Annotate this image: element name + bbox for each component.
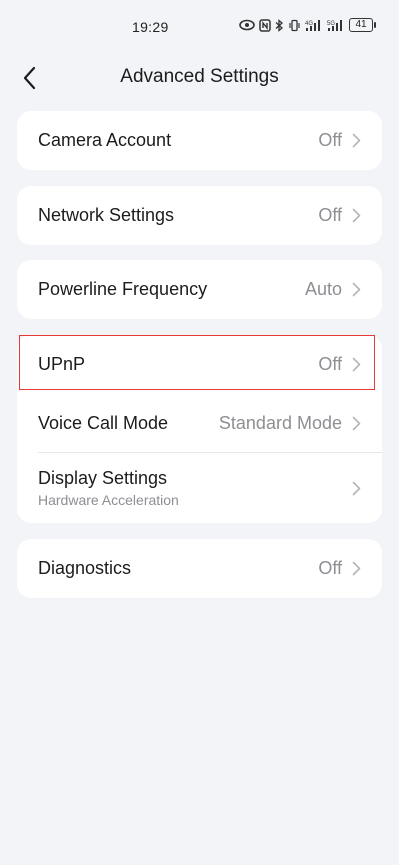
- row-label: Camera Account: [38, 130, 172, 150]
- row-value: Off: [318, 130, 342, 150]
- chevron-right-icon: [350, 561, 362, 577]
- signal-5g-icon: 5G: [327, 19, 345, 32]
- status-bar: 19:29 4G 5G 41: [0, 0, 399, 54]
- row-value: Auto: [304, 279, 342, 299]
- status-time: 19:29: [132, 19, 169, 35]
- card-media-settings: UPnP Off Voice Call Mode Standard Mode D…: [17, 335, 382, 523]
- card-powerline-frequency: Powerline Frequency Auto: [17, 260, 382, 319]
- chevron-right-icon: [350, 133, 362, 149]
- card-diagnostics: Diagnostics Off: [17, 539, 382, 598]
- chevron-right-icon: [350, 480, 362, 496]
- row-upnp[interactable]: UPnP Off: [17, 335, 382, 394]
- row-value: Standard Mode: [218, 413, 342, 433]
- row-label: Network Settings: [38, 205, 175, 225]
- row-value: Off: [318, 205, 342, 225]
- signal-4g-icon: 4G: [305, 19, 323, 32]
- chevron-right-icon: [350, 416, 362, 432]
- chevron-right-icon: [350, 282, 362, 298]
- row-powerline-frequency[interactable]: Powerline Frequency Auto: [17, 260, 382, 319]
- row-diagnostics[interactable]: Diagnostics Off: [17, 539, 382, 598]
- nfc-icon: [259, 18, 271, 32]
- row-value: Off: [318, 354, 342, 374]
- row-label: Diagnostics: [38, 558, 132, 578]
- row-network-settings[interactable]: Network Settings Off: [17, 186, 382, 245]
- chevron-right-icon: [350, 208, 362, 224]
- bluetooth-icon: [275, 18, 284, 32]
- row-voice-call-mode[interactable]: Voice Call Mode Standard Mode: [17, 394, 382, 453]
- chevron-right-icon: [350, 357, 362, 373]
- svg-text:4G: 4G: [305, 21, 313, 27]
- row-sublabel: Hardware Acceleration: [38, 492, 179, 508]
- header: Advanced Settings: [0, 54, 399, 100]
- row-camera-account[interactable]: Camera Account Off: [17, 111, 382, 170]
- row-display-settings[interactable]: Display Settings Hardware Acceleration: [17, 453, 382, 523]
- row-label: Display Settings: [38, 468, 168, 488]
- status-icons: 4G 5G 41: [239, 18, 376, 32]
- vibrate-icon: [288, 19, 301, 32]
- row-label: Voice Call Mode: [38, 413, 169, 433]
- page-title: Advanced Settings: [120, 66, 279, 87]
- eye-icon: [239, 19, 255, 31]
- row-value: Off: [318, 558, 342, 578]
- card-camera-account: Camera Account Off: [17, 111, 382, 170]
- row-text: Display Settings Hardware Acceleration: [38, 468, 350, 508]
- battery-level: 41: [355, 19, 367, 30]
- row-label: UPnP: [38, 354, 86, 374]
- row-label: Powerline Frequency: [38, 279, 208, 299]
- card-network-settings: Network Settings Off: [17, 186, 382, 245]
- battery-icon: 41: [349, 18, 376, 32]
- svg-text:5G: 5G: [327, 21, 335, 27]
